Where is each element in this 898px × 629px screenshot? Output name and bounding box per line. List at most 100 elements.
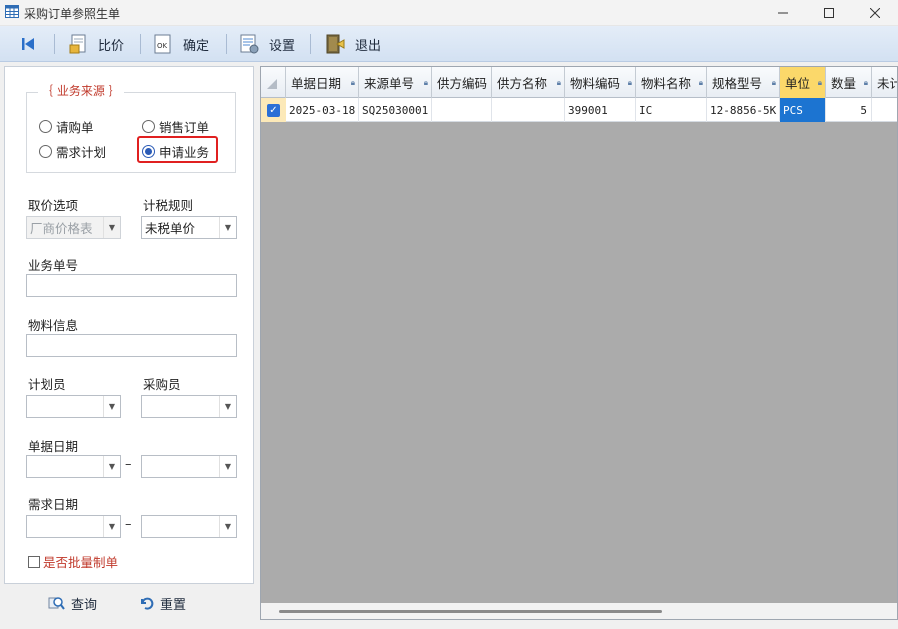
column-header-label: 来源单号 bbox=[364, 76, 415, 91]
first-record-icon bbox=[22, 38, 34, 50]
chevron-down-icon: ▼ bbox=[219, 456, 236, 477]
close-icon bbox=[870, 8, 880, 18]
table-cell[interactable]: 12-8856-5K bbox=[707, 98, 780, 122]
lock-icon: 🔒︎ bbox=[817, 78, 822, 87]
column-header[interactable]: 物料名称 🔒︎ bbox=[636, 67, 707, 98]
lock-icon: 🔒︎ bbox=[863, 78, 868, 87]
column-header-label: 单位 bbox=[785, 76, 811, 91]
table-cell[interactable] bbox=[432, 98, 492, 122]
column-header[interactable]: 供方编码 bbox=[432, 67, 492, 98]
chevron-down-icon: ▼ bbox=[219, 217, 236, 238]
date-separator: – bbox=[125, 457, 132, 472]
table-cell[interactable]: IC bbox=[636, 98, 707, 122]
toolbar-separator bbox=[54, 34, 55, 54]
reset-label: 重置 bbox=[160, 597, 187, 613]
table-cell[interactable]: SQ25030001 bbox=[359, 98, 432, 122]
business-no-input[interactable] bbox=[26, 274, 237, 297]
column-header-label: 规格型号 bbox=[712, 76, 763, 91]
maximize-icon bbox=[824, 8, 834, 18]
radio-purchase-request[interactable]: 请购单 bbox=[39, 117, 94, 136]
exit-door-icon bbox=[326, 34, 345, 54]
corner-triangle-icon bbox=[267, 79, 277, 89]
batch-checkbox[interactable]: 是否批量制单 bbox=[28, 552, 118, 571]
exit-label: 退出 bbox=[355, 38, 382, 54]
radio-demand-plan[interactable]: 需求计划 bbox=[39, 142, 106, 161]
confirm-label: 确定 bbox=[183, 38, 210, 54]
table-cell[interactable]: 5 bbox=[826, 98, 872, 122]
maximize-button[interactable] bbox=[806, 0, 852, 26]
query-label: 查询 bbox=[71, 597, 98, 613]
tax-rule-select[interactable]: 未税单价 ▼ bbox=[141, 216, 237, 239]
toolbar: 比价 OK 确定 设置 退出 bbox=[0, 26, 898, 62]
column-header[interactable]: 单据日期 🔒︎ bbox=[286, 67, 359, 98]
search-icon bbox=[48, 597, 65, 610]
filter-panel: ｛ 业务来源 ｝ 请购单 销售订单 需求计划 申请业务 取价选项 计税规则 厂商… bbox=[4, 66, 254, 584]
radio-circle bbox=[39, 120, 52, 133]
query-button[interactable]: 查询 bbox=[48, 586, 97, 620]
table-cell[interactable] bbox=[492, 98, 565, 122]
exit-button[interactable]: 退出 bbox=[324, 26, 381, 62]
row-checkbox[interactable]: ✓ bbox=[261, 98, 286, 122]
batch-label: 是否批量制单 bbox=[43, 555, 119, 570]
title-bar: 采购订单参照生单 bbox=[0, 0, 898, 26]
radio-circle bbox=[142, 120, 155, 133]
svg-text:OK: OK bbox=[157, 42, 168, 50]
doc-date-to[interactable]: ▼ bbox=[141, 455, 237, 478]
price-option-select[interactable]: 厂商价格表 ▼ bbox=[26, 216, 121, 239]
business-no-label: 业务单号 bbox=[28, 258, 79, 273]
settings-button[interactable]: 设置 bbox=[238, 26, 295, 62]
settings-icon bbox=[240, 34, 259, 54]
need-date-to[interactable]: ▼ bbox=[141, 515, 237, 538]
lock-icon: 🔒︎ bbox=[556, 78, 561, 87]
minimize-button[interactable] bbox=[760, 0, 806, 26]
planner-select[interactable]: ▼ bbox=[26, 395, 121, 418]
first-record-button[interactable] bbox=[20, 26, 36, 62]
column-header-active[interactable]: 单位 🔒︎ bbox=[780, 67, 826, 98]
column-header[interactable]: 规格型号 🔒︎ bbox=[707, 67, 780, 98]
buyer-select[interactable]: ▼ bbox=[141, 395, 237, 418]
lock-icon: 🔒︎ bbox=[627, 78, 632, 87]
ok-icon: OK bbox=[154, 34, 171, 54]
doc-date-from[interactable]: ▼ bbox=[26, 455, 121, 478]
table-cell[interactable] bbox=[872, 98, 897, 122]
doc-date-label: 单据日期 bbox=[28, 439, 79, 454]
material-info-input[interactable] bbox=[26, 334, 237, 357]
column-header[interactable]: 未计 bbox=[872, 67, 897, 98]
column-header-label: 供方名称 bbox=[497, 76, 548, 91]
column-header[interactable]: 供方名称 🔒︎ bbox=[492, 67, 565, 98]
radio-sales-order[interactable]: 销售订单 bbox=[142, 117, 209, 136]
confirm-button[interactable]: OK 确定 bbox=[152, 26, 209, 62]
selection-highlight bbox=[137, 136, 218, 163]
close-button[interactable] bbox=[852, 0, 898, 26]
column-header-label: 单据日期 bbox=[291, 76, 342, 91]
reset-button[interactable]: 重置 bbox=[138, 586, 186, 620]
table-cell-selected[interactable]: PCS bbox=[780, 98, 826, 122]
radio-label: 请购单 bbox=[56, 120, 94, 135]
lock-icon: 🔒︎ bbox=[423, 78, 428, 87]
table-cell[interactable]: 399001 bbox=[565, 98, 636, 122]
column-header[interactable]: 物料编码 🔒︎ bbox=[565, 67, 636, 98]
column-header-label: 未计 bbox=[877, 76, 897, 91]
material-info-label: 物料信息 bbox=[28, 318, 79, 333]
select-all-cell[interactable] bbox=[261, 67, 286, 98]
column-header[interactable]: 来源单号 🔒︎ bbox=[359, 67, 432, 98]
data-grid[interactable]: 单据日期 🔒︎ 来源单号 🔒︎ 供方编码 供方名称 🔒︎ 物料编码 🔒︎ 物料名称 🔒︎ … bbox=[260, 66, 898, 620]
column-header-label: 物料编码 bbox=[570, 76, 621, 91]
window-title: 采购订单参照生单 bbox=[24, 7, 121, 21]
buyer-label: 采购员 bbox=[143, 377, 181, 392]
date-separator: – bbox=[125, 517, 132, 532]
radio-label: 销售订单 bbox=[159, 120, 210, 135]
filter-actions: 查询 重置 bbox=[4, 586, 254, 620]
scrollbar-thumb[interactable] bbox=[279, 610, 662, 613]
column-header[interactable]: 数量 🔒︎ bbox=[826, 67, 872, 98]
price-option-value: 厂商价格表 bbox=[30, 221, 93, 236]
horizontal-scrollbar[interactable] bbox=[261, 603, 897, 619]
need-date-from[interactable]: ▼ bbox=[26, 515, 121, 538]
compare-price-button[interactable]: 比价 bbox=[68, 26, 124, 62]
grid-header: 单据日期 🔒︎ 来源单号 🔒︎ 供方编码 供方名称 🔒︎ 物料编码 🔒︎ 物料名称 🔒︎ … bbox=[261, 67, 897, 98]
toolbar-separator bbox=[140, 34, 141, 54]
minimize-icon bbox=[778, 12, 788, 14]
table-cell[interactable]: 2025-03-18 bbox=[286, 98, 359, 122]
table-row[interactable]: ✓ 2025-03-18 SQ25030001 399001 IC 12-885… bbox=[261, 98, 897, 122]
tax-rule-label: 计税规则 bbox=[143, 198, 194, 213]
